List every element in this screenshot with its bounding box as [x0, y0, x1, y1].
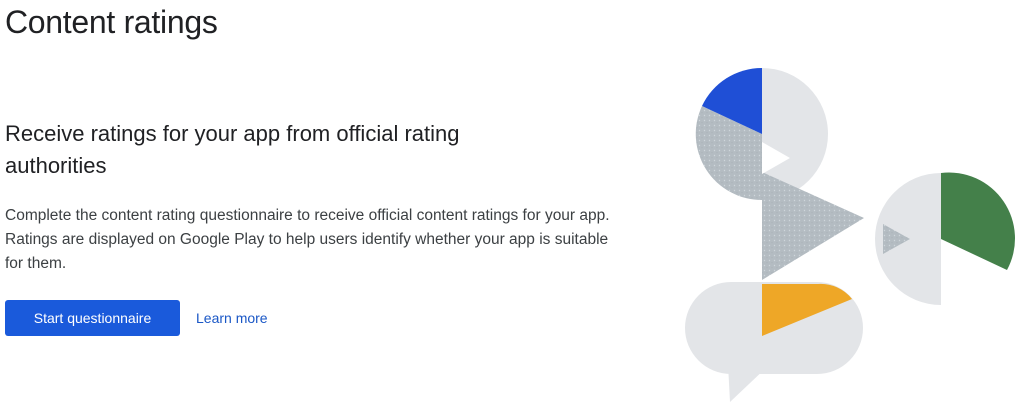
learn-more-link[interactable]: Learn more: [196, 310, 268, 326]
top-left-circle-shape: [695, 67, 828, 201]
main-content: Receive ratings for your app from offici…: [5, 118, 645, 336]
page-title: Content ratings: [5, 4, 218, 40]
start-questionnaire-button[interactable]: Start questionnaire: [5, 300, 180, 336]
content-ratings-illustration: [678, 64, 1015, 404]
right-circle-shape: [875, 172, 1015, 305]
illustration-graphic: [685, 67, 1015, 402]
play-triangle-shape: [762, 172, 864, 280]
actions: Start questionnaire Learn more: [5, 300, 645, 336]
description: Complete the content rating questionnair…: [5, 207, 610, 272]
headline: Receive ratings for your app from offici…: [5, 121, 460, 178]
